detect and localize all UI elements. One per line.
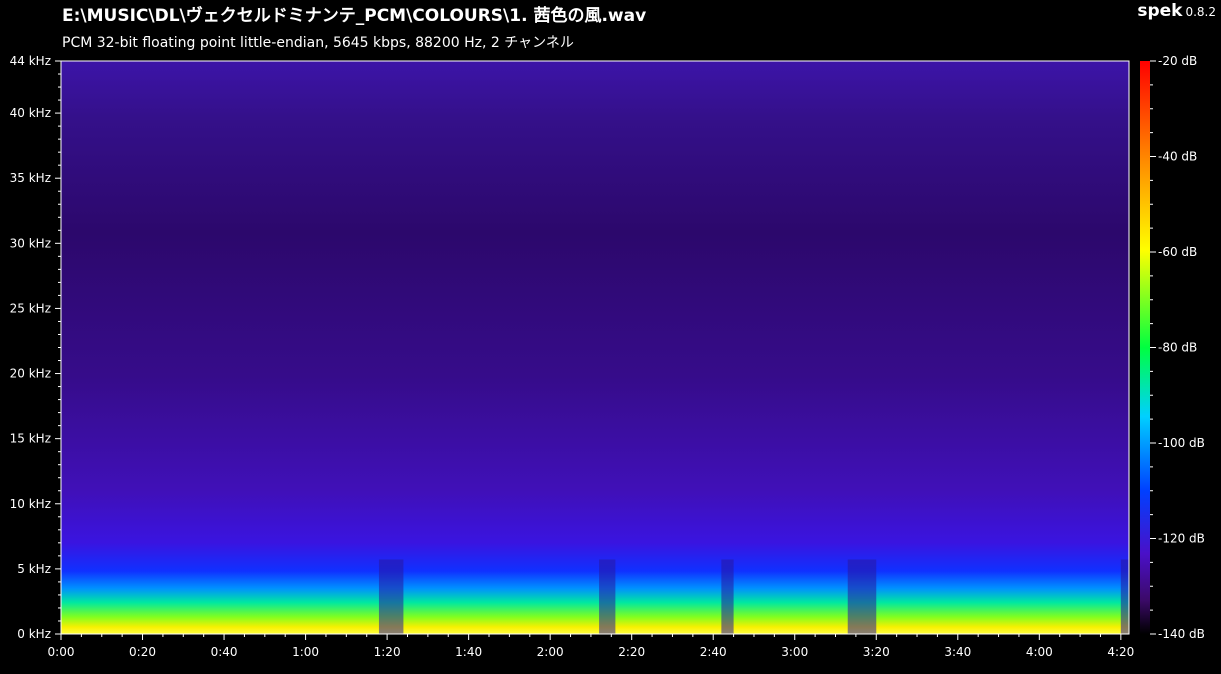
y-tick-label: 44 kHz [10, 54, 51, 68]
x-tick-label: 0:40 [211, 645, 238, 659]
scale-tick-label: -120 dB [1158, 532, 1205, 546]
y-tick-label: 30 kHz [10, 236, 51, 250]
x-tick-label: 1:40 [455, 645, 482, 659]
scale-tick-label: -60 dB [1158, 245, 1197, 259]
scale-tick-label: -20 dB [1158, 54, 1197, 68]
quiet-section-band [599, 559, 616, 634]
y-tick-label: 20 kHz [10, 367, 51, 381]
x-tick-label: 3:20 [863, 645, 890, 659]
quiet-section-band [1120, 559, 1129, 634]
scale-tick-label: -80 dB [1158, 341, 1197, 355]
decibel-color-scale: -20 dB -40 dB -60 dB -80 dB -100 dB -120 dB -1… [1140, 54, 1205, 641]
time-axis: 0:00 0:20 0:40 1:00 1:20 1:40 2:00 2:20 2:40 3:00… [48, 634, 1134, 659]
y-tick-label: 5 kHz [17, 562, 51, 576]
x-tick-label: 1:20 [374, 645, 401, 659]
x-tick-label: 2:00 [537, 645, 564, 659]
scale-tick-label: -40 dB [1158, 150, 1197, 164]
x-tick-label: 4:20 [1107, 645, 1134, 659]
y-tick-label: 35 kHz [10, 171, 51, 185]
x-tick-label: 4:00 [1026, 645, 1053, 659]
scale-tick-label: -140 dB [1158, 627, 1205, 641]
x-tick-label: 0:00 [48, 645, 75, 659]
x-tick-label: 3:00 [781, 645, 808, 659]
x-tick-label: 1:00 [292, 645, 319, 659]
x-tick-label: 2:20 [618, 645, 645, 659]
quiet-section-band [721, 559, 734, 634]
spectrogram-heatmap [61, 61, 1129, 634]
color-scale-bar [1140, 61, 1150, 634]
y-tick-label: 0 kHz [17, 627, 51, 641]
x-tick-label: 3:40 [944, 645, 971, 659]
frequency-axis: 0 kHz 5 kHz 10 kHz 15 kHz 20 kHz 25 kHz 30 kHz… [10, 54, 61, 641]
x-tick-label: 0:20 [129, 645, 156, 659]
x-tick-label: 2:40 [700, 645, 727, 659]
scale-tick-label: -100 dB [1158, 436, 1205, 450]
y-tick-label: 15 kHz [10, 432, 51, 446]
plot-area [60, 60, 1130, 635]
quiet-section-band [847, 559, 877, 634]
y-tick-label: 25 kHz [10, 301, 51, 315]
y-tick-label: 10 kHz [10, 497, 51, 511]
y-tick-label: 40 kHz [10, 106, 51, 120]
spectrogram-chart: 0:00 0:20 0:40 1:00 1:20 1:40 2:00 2:20 2:40 3:00… [10, 54, 1205, 659]
quiet-section-band [378, 559, 404, 634]
